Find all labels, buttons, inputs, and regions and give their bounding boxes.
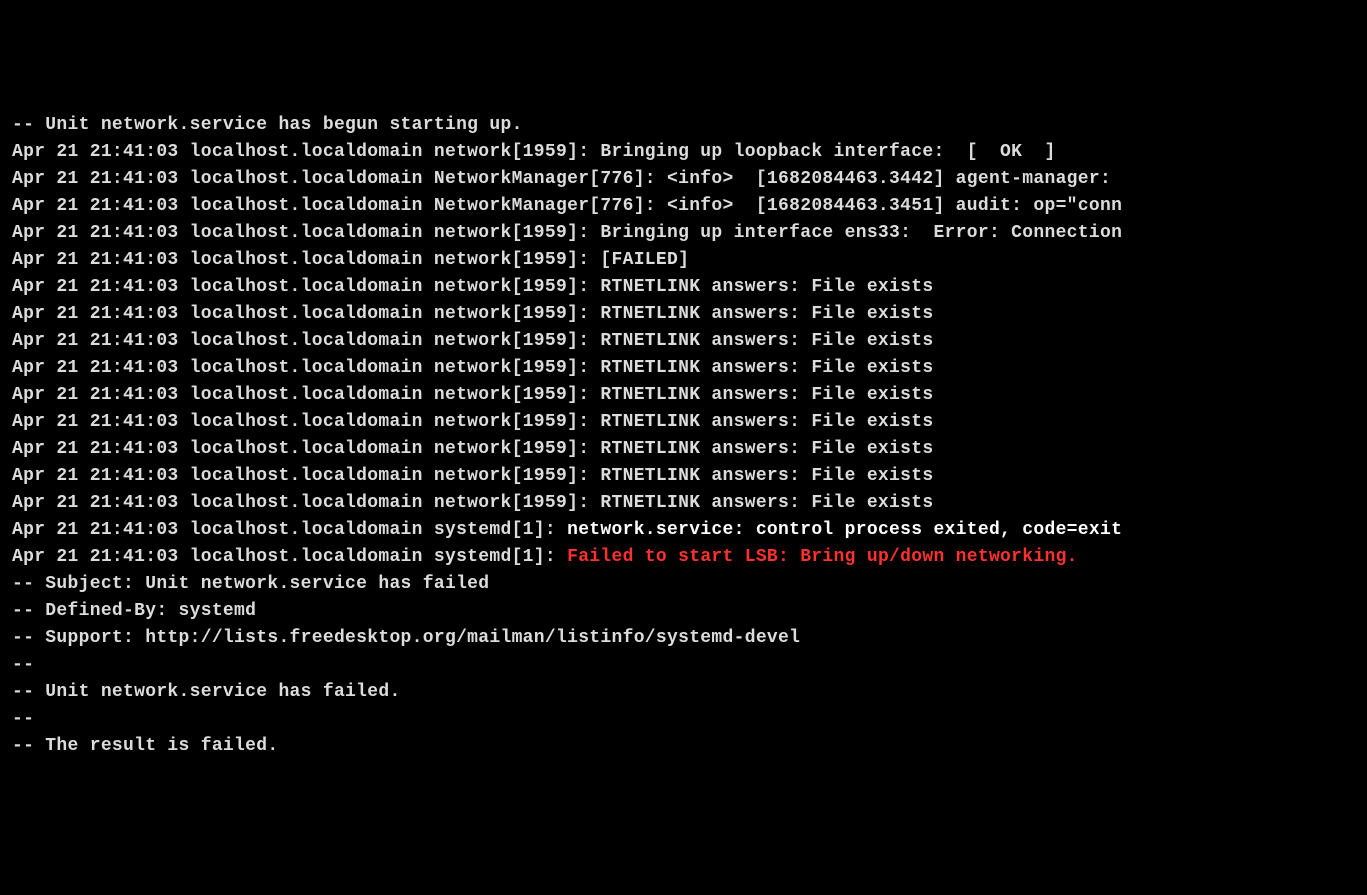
log-line: Apr 21 21:41:03 localhost.localdomain ne…: [12, 328, 1355, 355]
log-segment: Apr 21 21:41:03 localhost.localdomain Ne…: [12, 196, 1122, 216]
log-line: Apr 21 21:41:03 localhost.localdomain Ne…: [12, 166, 1355, 193]
log-line: -- Unit network.service has failed.: [12, 679, 1355, 706]
log-segment: -- Subject: Unit network.service has fai…: [12, 574, 489, 594]
log-segment: Apr 21 21:41:03 localhost.localdomain ne…: [12, 304, 933, 324]
log-line: Apr 21 21:41:03 localhost.localdomain ne…: [12, 355, 1355, 382]
log-line: Apr 21 21:41:03 localhost.localdomain ne…: [12, 139, 1355, 166]
log-line: Apr 21 21:41:03 localhost.localdomain sy…: [12, 517, 1355, 544]
log-line: Apr 21 21:41:03 localhost.localdomain ne…: [12, 436, 1355, 463]
log-segment: -- Unit network.service has failed.: [12, 682, 401, 702]
log-segment: Apr 21 21:41:03 localhost.localdomain ne…: [12, 331, 933, 351]
log-segment: Apr 21 21:41:03 localhost.localdomain ne…: [12, 466, 933, 486]
log-segment: Apr 21 21:41:03 localhost.localdomain ne…: [12, 493, 933, 513]
log-line: --: [12, 652, 1355, 679]
log-line: Apr 21 21:41:03 localhost.localdomain ne…: [12, 274, 1355, 301]
log-segment: Apr 21 21:41:03 localhost.localdomain sy…: [12, 547, 567, 567]
log-line: --: [12, 706, 1355, 733]
log-line: Apr 21 21:41:03 localhost.localdomain ne…: [12, 247, 1355, 274]
log-segment: network.service: control process exited,…: [567, 520, 1122, 540]
log-line: -- Unit network.service has begun starti…: [12, 112, 1355, 139]
log-segment: Apr 21 21:41:03 localhost.localdomain ne…: [12, 223, 1122, 243]
log-segment: Apr 21 21:41:03 localhost.localdomain ne…: [12, 412, 933, 432]
log-line: Apr 21 21:41:03 localhost.localdomain ne…: [12, 382, 1355, 409]
log-segment: -- Support: http://lists.freedesktop.org…: [12, 628, 800, 648]
log-line: Apr 21 21:41:03 localhost.localdomain ne…: [12, 409, 1355, 436]
log-line: Apr 21 21:41:03 localhost.localdomain ne…: [12, 463, 1355, 490]
log-segment: Apr 21 21:41:03 localhost.localdomain ne…: [12, 250, 689, 270]
log-segment: --: [12, 709, 34, 729]
log-line: -- Subject: Unit network.service has fai…: [12, 571, 1355, 598]
log-segment: Failed to start LSB: Bring up/down netwo…: [567, 547, 1078, 567]
log-segment: -- Unit network.service has begun starti…: [12, 115, 523, 135]
log-line: Apr 21 21:41:03 localhost.localdomain ne…: [12, 490, 1355, 517]
log-segment: -- Defined-By: systemd: [12, 601, 256, 621]
log-segment: Apr 21 21:41:03 localhost.localdomain Ne…: [12, 169, 1111, 189]
log-line: Apr 21 21:41:03 localhost.localdomain ne…: [12, 220, 1355, 247]
log-segment: -- The result is failed.: [12, 736, 278, 756]
log-line: -- Defined-By: systemd: [12, 598, 1355, 625]
log-segment: Apr 21 21:41:03 localhost.localdomain ne…: [12, 277, 933, 297]
log-segment: Apr 21 21:41:03 localhost.localdomain ne…: [12, 142, 1056, 162]
log-line: Apr 21 21:41:03 localhost.localdomain Ne…: [12, 193, 1355, 220]
log-line: -- The result is failed.: [12, 733, 1355, 760]
log-segment: --: [12, 655, 34, 675]
log-segment: Apr 21 21:41:03 localhost.localdomain sy…: [12, 520, 567, 540]
terminal-output: -- Unit network.service has begun starti…: [12, 112, 1355, 760]
log-segment: Apr 21 21:41:03 localhost.localdomain ne…: [12, 358, 933, 378]
log-segment: Apr 21 21:41:03 localhost.localdomain ne…: [12, 385, 933, 405]
log-line: -- Support: http://lists.freedesktop.org…: [12, 625, 1355, 652]
log-line: Apr 21 21:41:03 localhost.localdomain sy…: [12, 544, 1355, 571]
log-line: Apr 21 21:41:03 localhost.localdomain ne…: [12, 301, 1355, 328]
log-segment: Apr 21 21:41:03 localhost.localdomain ne…: [12, 439, 933, 459]
